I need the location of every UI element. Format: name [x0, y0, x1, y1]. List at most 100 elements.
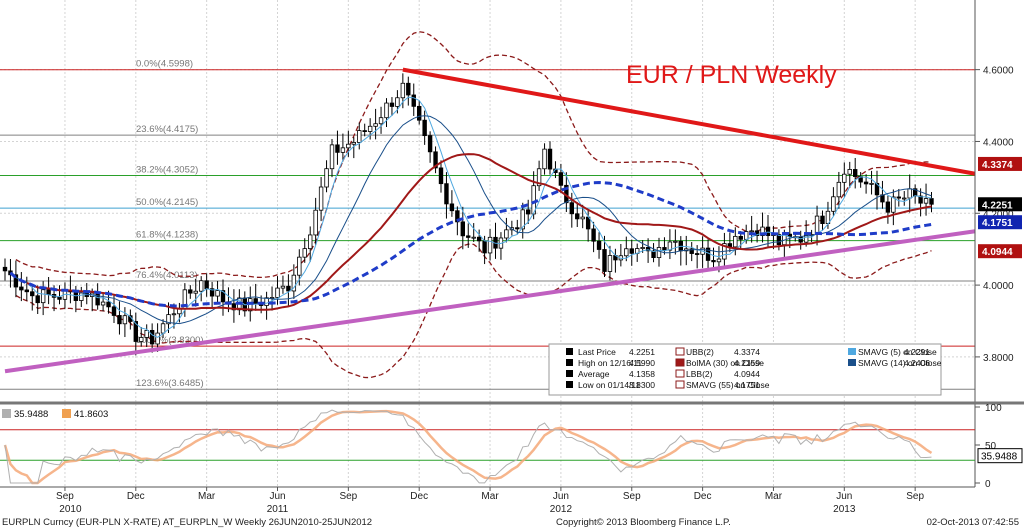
candle-body — [155, 332, 160, 345]
legend-swatch — [566, 348, 573, 355]
rsi-swatch — [62, 409, 71, 418]
candle-body — [444, 183, 449, 205]
legend-text: 4.3374 — [734, 347, 760, 357]
candle-body — [569, 202, 574, 215]
candle-body — [526, 209, 531, 215]
candle-body — [416, 105, 422, 121]
candle-body — [106, 301, 111, 308]
legend-text: 4.2251 — [629, 347, 655, 357]
legend-text: 4.2406 — [904, 358, 930, 368]
x-year-label: 2012 — [550, 504, 573, 515]
candle-body — [504, 229, 509, 239]
candle-body — [869, 182, 874, 185]
candle-body — [335, 144, 340, 153]
x-month-label: Sep — [623, 491, 641, 502]
x-month-label: Dec — [127, 491, 145, 502]
price-tag-label: 4.0944 — [982, 247, 1013, 258]
candle-body — [466, 235, 471, 238]
x-month-label: Dec — [694, 491, 712, 502]
legend-swatch — [848, 359, 856, 366]
x-month-label: Jun — [553, 491, 569, 502]
y-tick-label: 4.4000 — [983, 137, 1014, 148]
candle-body — [476, 236, 482, 242]
candle-body — [487, 236, 493, 254]
candle-body — [149, 329, 155, 345]
x-month-label: Dec — [410, 491, 428, 502]
legend-swatch — [848, 348, 856, 355]
candle-body — [188, 289, 193, 294]
legend-text: UBB(2) — [686, 347, 714, 357]
candle-body — [629, 248, 634, 254]
candle-body — [122, 315, 128, 325]
x-month-label: Mar — [198, 491, 216, 502]
candle-body — [367, 125, 373, 132]
rsi-label: 35.9488 — [14, 409, 48, 420]
candle-body — [307, 234, 313, 250]
candle-body — [160, 323, 166, 334]
candle-body — [842, 173, 847, 183]
rsi-swatch — [2, 409, 11, 418]
legend-swatch — [675, 358, 685, 367]
candle-body — [602, 249, 607, 272]
candle-body — [863, 181, 869, 185]
candle-body — [673, 240, 678, 243]
candle-body — [607, 255, 613, 272]
y-tick-label: 3.8000 — [983, 353, 1014, 364]
candle-body — [798, 236, 803, 243]
legend-text: 4.2159 — [734, 358, 760, 368]
rsi-tag-label: 35.9488 — [981, 452, 1018, 463]
legend-swatch — [675, 369, 685, 378]
y-tick-label: 4.6000 — [983, 66, 1014, 77]
candle-body — [640, 247, 645, 249]
legend-text: 4.2291 — [904, 347, 930, 357]
candle-body — [733, 235, 738, 248]
candle-body — [847, 169, 852, 175]
rsi-tick-label: 100 — [985, 403, 1002, 414]
candle-body — [814, 215, 820, 235]
x-year-label: 2013 — [833, 504, 856, 515]
candle-body — [95, 292, 100, 306]
price-tag-label: 4.3374 — [982, 160, 1013, 171]
candle-body — [329, 144, 335, 170]
price-tag-label: 4.2251 — [982, 200, 1013, 211]
candle-body — [46, 289, 51, 295]
y-tick-label: 4.0000 — [983, 281, 1014, 292]
legend-text: 3.8300 — [629, 380, 655, 390]
chart-root: 0.0%(4.5998) 23.6%(4.4175) 38.2%(4.3052) 50… — [0, 0, 1024, 530]
legend-text: 4.5990 — [629, 358, 655, 368]
price-tag-label: 4.1751 — [982, 218, 1013, 229]
candle-body — [749, 230, 754, 233]
candle-body — [460, 221, 465, 237]
candle-body — [716, 258, 722, 263]
legend-swatch — [566, 381, 573, 388]
candle-body — [340, 147, 346, 153]
footer-left: EURPLN Curncy (EUR-PLN X-RATE) AT_EURPLN… — [2, 517, 372, 528]
legend-swatch — [566, 359, 573, 366]
candle-body — [624, 248, 629, 257]
chart-title: EUR / PLN Weekly — [626, 61, 837, 89]
candle-body — [346, 143, 351, 149]
legend-swatch — [675, 380, 685, 389]
candle-body — [836, 181, 842, 198]
legend-text: 4.0944 — [734, 369, 760, 379]
legend-text: Average — [578, 369, 610, 379]
x-month-label: Sep — [906, 491, 924, 502]
candle-body — [2, 266, 8, 272]
x-month-label: Sep — [339, 491, 357, 502]
fib-label: 76.4%(4.0113) — [136, 270, 198, 281]
candle-body — [558, 172, 564, 186]
candle-body — [117, 315, 122, 325]
x-month-label: Mar — [481, 491, 499, 502]
legend-text: Last Price — [578, 347, 616, 357]
candle-body — [79, 292, 84, 301]
candle-body — [275, 287, 280, 298]
chart-background — [0, 0, 1024, 530]
candle-body — [400, 82, 406, 99]
candle-body — [711, 260, 716, 263]
candle-body — [253, 298, 258, 304]
candle-body — [378, 117, 384, 125]
x-month-label: Jun — [269, 491, 285, 502]
rsi-tick-label: 0 — [985, 479, 991, 490]
legend-swatch — [566, 370, 573, 377]
candle-body — [171, 313, 177, 316]
